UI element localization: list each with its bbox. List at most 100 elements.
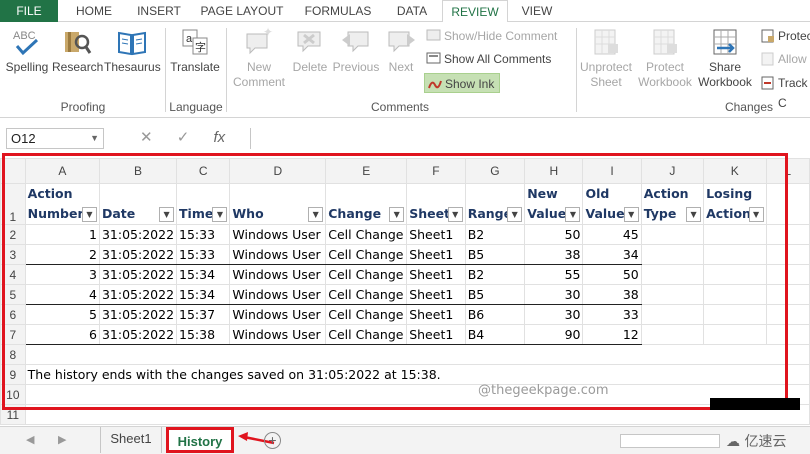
row-header[interactable]: 4	[0, 264, 26, 285]
cell-losing-action[interactable]	[703, 304, 767, 325]
cell-time[interactable]: 15:33	[176, 224, 231, 245]
cell-old-value[interactable]: 50	[582, 264, 642, 285]
header-cell-new-value[interactable]: New Value ▼	[524, 183, 584, 225]
column-header-h[interactable]: H	[524, 158, 584, 184]
column-header-k[interactable]: K	[703, 158, 767, 184]
header-cell-old-value[interactable]: Old Value ▼	[582, 183, 642, 225]
cell-action-number[interactable]: 5	[24, 304, 100, 325]
cancel-icon[interactable]: ✕	[140, 128, 153, 146]
cell-range[interactable]: B2	[464, 224, 526, 245]
scroll-right-icon[interactable]: ▶	[58, 433, 66, 446]
column-header-c[interactable]: C	[176, 158, 231, 184]
tab-insert[interactable]: INSERT	[128, 0, 190, 22]
cell[interactable]	[765, 264, 810, 285]
enter-icon[interactable]: ✓	[177, 128, 190, 146]
column-header-a[interactable]: A	[24, 158, 100, 184]
column-header-f[interactable]: F	[406, 158, 466, 184]
column-header-l[interactable]: L	[765, 158, 810, 184]
filter-dropdown-icon[interactable]: ▼	[507, 207, 523, 222]
row-header[interactable]: 11	[0, 404, 26, 425]
protect-workbook-button[interactable]: Protect Workbook	[636, 26, 694, 90]
cell-who[interactable]: Windows User	[229, 324, 327, 345]
protect-and-share-button[interactable]: Protec	[758, 26, 810, 46]
cell-sheet[interactable]: Sheet1	[406, 264, 466, 285]
cell-sheet[interactable]: Sheet1	[406, 304, 466, 325]
cell-time[interactable]: 15:34	[176, 284, 231, 305]
cell-action-type[interactable]	[640, 324, 705, 345]
cell-old-value[interactable]: 33	[582, 304, 642, 325]
filter-dropdown-icon[interactable]: ▼	[447, 207, 463, 222]
show-all-comments-button[interactable]: Show All Comments	[424, 49, 574, 69]
cell-new-value[interactable]: 30	[524, 284, 584, 305]
tab-page-layout[interactable]: PAGE LAYOUT	[196, 0, 288, 22]
cell[interactable]	[24, 344, 810, 365]
filter-dropdown-icon[interactable]: ▼	[159, 207, 175, 222]
sheet-tab-sheet1[interactable]: Sheet1	[100, 427, 162, 453]
track-changes-button[interactable]: Track C	[758, 73, 810, 110]
header-cell-losing-action[interactable]: Losing Action ▼	[703, 183, 767, 225]
header-cell-action-number[interactable]: Action Number ▼	[24, 183, 100, 225]
cell-action-type[interactable]	[640, 284, 705, 305]
filter-dropdown-icon[interactable]: ▼	[748, 207, 764, 222]
tab-review[interactable]: REVIEW	[442, 0, 508, 23]
cell-new-value[interactable]: 50	[524, 224, 584, 245]
share-workbook-button[interactable]: Share Workbook	[696, 26, 754, 90]
cell-change[interactable]: Cell Change	[325, 324, 408, 345]
new-comment-button[interactable]: ✦ New Comment	[230, 26, 288, 90]
cell-sheet[interactable]: Sheet1	[406, 224, 466, 245]
cell-new-value[interactable]: 55	[524, 264, 584, 285]
tab-home[interactable]: HOME	[66, 0, 122, 22]
filter-dropdown-icon[interactable]: ▼	[565, 207, 581, 222]
cell-sheet[interactable]: Sheet1	[406, 284, 466, 305]
cell-sheet[interactable]: Sheet1	[406, 244, 466, 265]
cell-change[interactable]: Cell Change	[325, 224, 408, 245]
cell[interactable]	[765, 284, 810, 305]
cell[interactable]	[765, 304, 810, 325]
research-button[interactable]: Research	[52, 26, 103, 75]
cell-range[interactable]: B6	[464, 304, 526, 325]
cell-time[interactable]: 15:37	[176, 304, 231, 325]
column-header-b[interactable]: B	[98, 158, 178, 184]
cell-action-number[interactable]: 1	[24, 224, 100, 245]
cell-range[interactable]: B2	[464, 264, 526, 285]
row-header[interactable]: 9	[0, 364, 26, 385]
header-cell-sheet[interactable]: Sheet ▼	[406, 183, 466, 225]
cell-change[interactable]: Cell Change	[325, 244, 408, 265]
cell-change[interactable]: Cell Change	[325, 284, 408, 305]
cell-action-type[interactable]	[640, 224, 705, 245]
column-header-j[interactable]: J	[640, 158, 705, 184]
cell-action-type[interactable]	[640, 244, 705, 265]
cell-date[interactable]: 31:05:2022	[98, 244, 178, 265]
header-cell-action-type[interactable]: Action Type ▼	[640, 183, 705, 225]
filter-dropdown-icon[interactable]: ▼	[212, 207, 228, 222]
filter-dropdown-icon[interactable]: ▼	[623, 207, 639, 222]
cell-date[interactable]: 31:05:2022	[98, 324, 178, 345]
name-box[interactable]: O12 ▼	[6, 128, 104, 149]
cell-date[interactable]: 31:05:2022	[98, 264, 178, 285]
cell-new-value[interactable]: 90	[524, 324, 584, 345]
cell-action-type[interactable]	[640, 304, 705, 325]
cell-old-value[interactable]: 38	[582, 284, 642, 305]
cell[interactable]	[765, 244, 810, 265]
cell-old-value[interactable]: 12	[582, 324, 642, 345]
filter-dropdown-icon[interactable]: ▼	[389, 207, 405, 222]
header-cell-change[interactable]: Change ▼	[325, 183, 408, 225]
cell-change[interactable]: Cell Change	[325, 304, 408, 325]
header-cell-who[interactable]: Who ▼	[229, 183, 327, 225]
cell[interactable]	[765, 183, 810, 225]
filter-dropdown-icon[interactable]: ▼	[686, 207, 702, 222]
row-header[interactable]: 10	[0, 384, 26, 405]
spelling-button[interactable]: ABC Spelling	[4, 26, 50, 75]
row-header[interactable]: 6	[0, 304, 26, 325]
cell[interactable]	[765, 324, 810, 345]
cell-who[interactable]: Windows User	[229, 304, 327, 325]
show-ink-button[interactable]: Show Ink	[424, 73, 500, 93]
tab-file[interactable]: FILE	[0, 0, 58, 22]
cell-losing-action[interactable]	[703, 244, 767, 265]
cell-range[interactable]: B5	[464, 244, 526, 265]
tab-data[interactable]: DATA	[388, 0, 436, 22]
chevron-down-icon[interactable]: ▼	[90, 129, 99, 148]
show-hide-comment-button[interactable]: Show/Hide Comment	[424, 26, 574, 46]
row-header[interactable]: 1	[0, 183, 26, 225]
column-header-d[interactable]: D	[229, 158, 327, 184]
